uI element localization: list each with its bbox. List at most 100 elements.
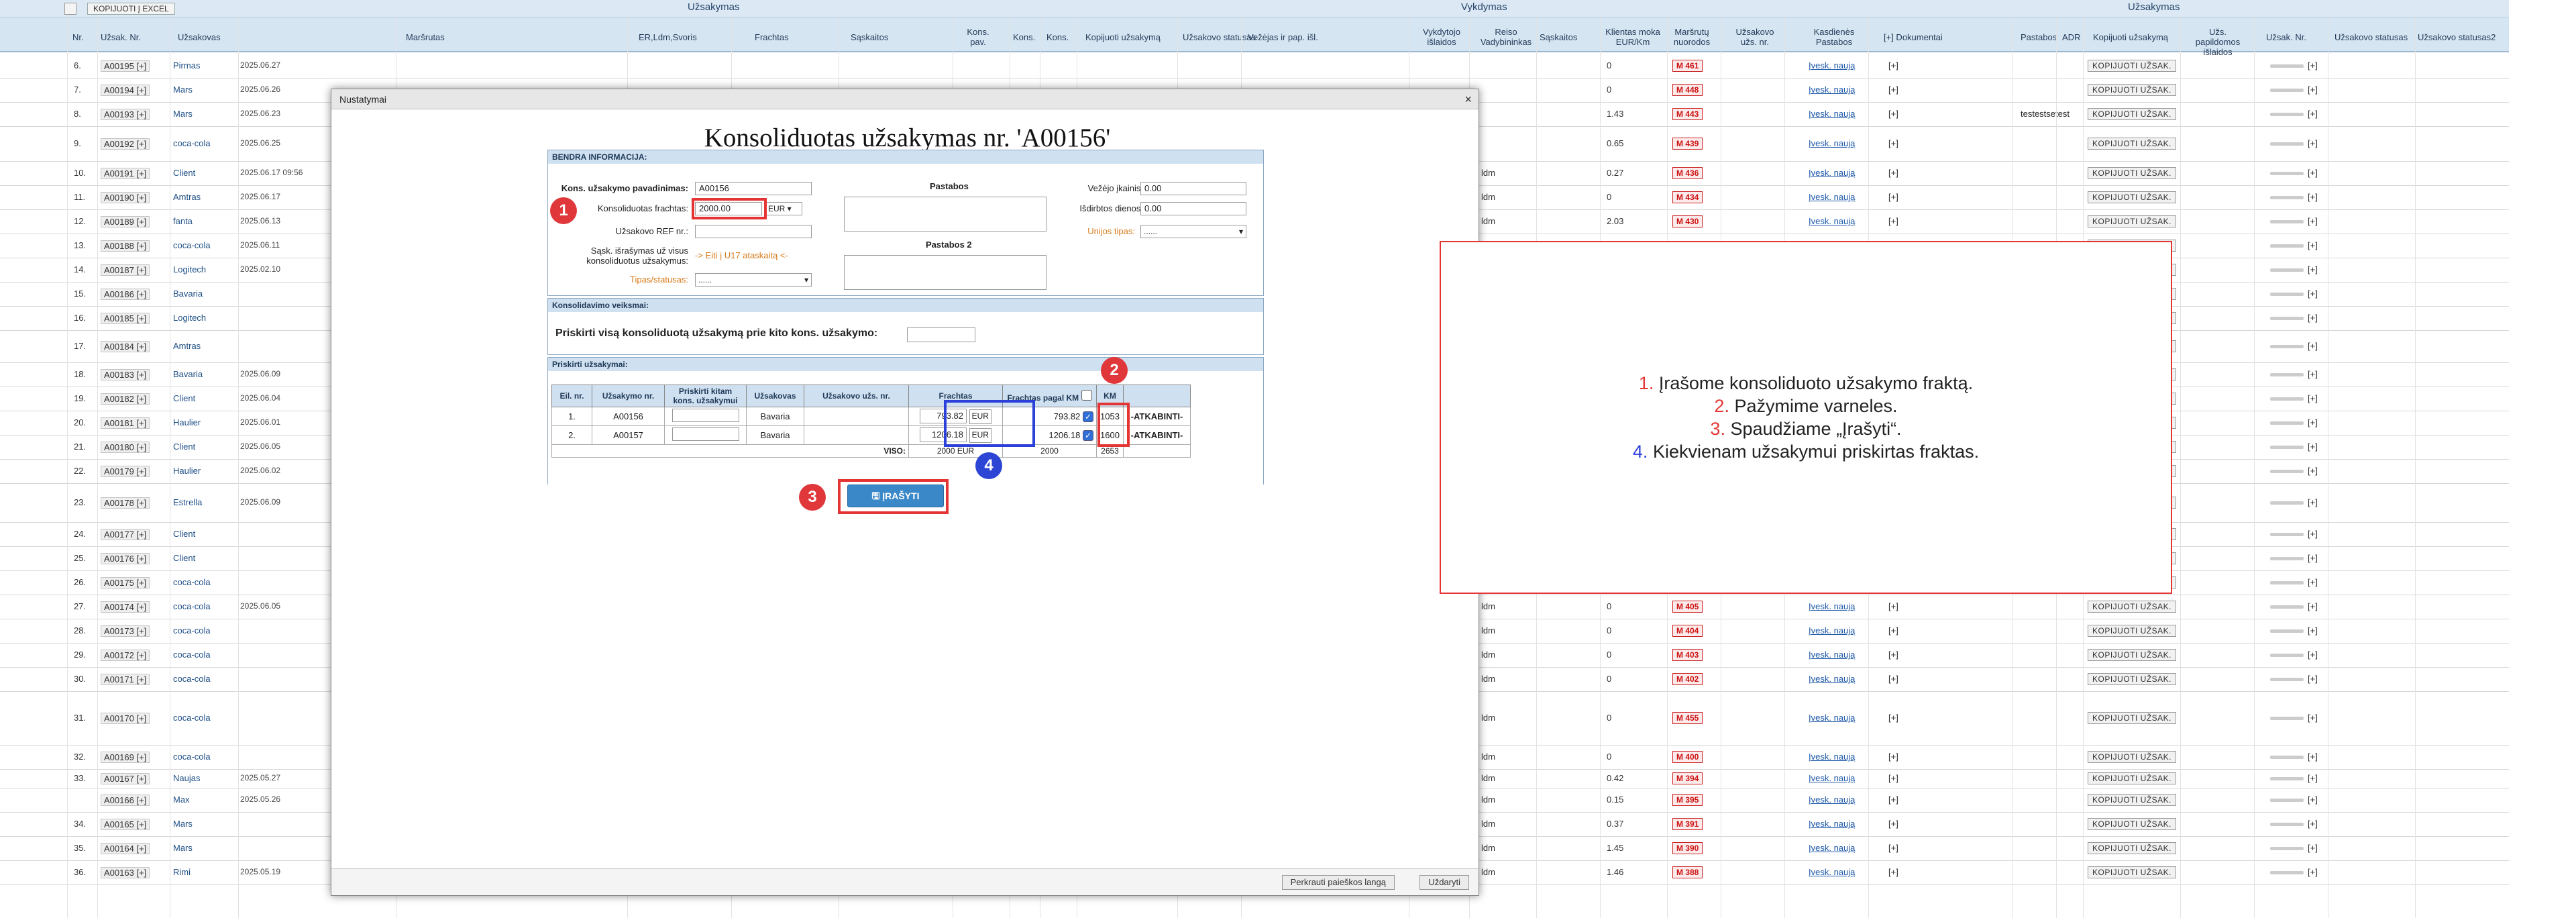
row-daily-note-link[interactable]: Įvesk. naują [1809,819,1855,829]
col-frachtas[interactable]: Frachtas [755,32,789,42]
row-code[interactable]: A00185 [+] [101,313,150,324]
row-route-link[interactable]: M 395 [1672,794,1703,806]
row-code[interactable]: A00163 [+] [101,867,150,878]
row-daily-note-link[interactable]: Įvesk. naują [1809,192,1855,202]
row-client[interactable]: Client [173,529,195,539]
row-docs-plus[interactable]: [+] [1888,60,1898,70]
row-daily-note-link[interactable]: Įvesk. naują [1809,650,1855,660]
row-code[interactable]: A00179 [+] [101,466,150,477]
row-extra-plus[interactable]: [+] [2308,240,2318,250]
col-vezejas[interactable]: Vežėjas ir pap. išl. [1248,32,1318,42]
row-client[interactable]: Haulier [173,417,201,427]
col-nr[interactable]: Nr. [72,32,84,42]
notes-textarea[interactable] [844,197,1046,232]
row-extra-plus[interactable]: [+] [2308,553,2318,563]
reload-search-button[interactable]: Perkrauti paieškos langą [1281,875,1395,890]
row-extra-plus[interactable]: [+] [2308,341,2318,351]
row-docs-plus[interactable]: [+] [1888,109,1898,119]
row-route-link[interactable]: M 430 [1672,215,1703,227]
row-client[interactable]: coca-cola [173,674,211,684]
row-code[interactable]: A00195 [+] [101,60,150,72]
row-client[interactable]: Amtras [173,192,201,202]
row-docs-plus[interactable]: [+] [1888,867,1898,877]
row-code[interactable]: A00181 [+] [101,417,150,429]
ref-input[interactable] [695,225,812,238]
row-client[interactable]: Haulier [173,466,201,476]
row-docs-plus[interactable]: [+] [1888,625,1898,635]
type-select[interactable]: ...... ▾ [695,273,812,287]
row-client[interactable]: Rimi [173,867,191,877]
row-code[interactable]: A00184 [+] [101,341,150,352]
row-extra-plus[interactable]: [+] [2308,795,2318,805]
row-docs-plus[interactable]: [+] [1888,85,1898,95]
row-order-link[interactable]: A00157 [592,425,665,445]
row-docs-plus[interactable]: [+] [1888,843,1898,853]
row-copy-button[interactable]: KOPIJUOTI UŽSAK. [2088,866,2177,878]
row-docs-plus[interactable]: [+] [1888,773,1898,783]
row-docs-plus[interactable]: [+] [1888,752,1898,762]
row-code[interactable]: A00167 [+] [101,773,150,784]
row-client[interactable]: coca-cola [173,577,211,587]
checkbox-all[interactable] [64,3,76,15]
col-uzsak-nr-2[interactable]: Užsak. Nr. [2266,32,2306,42]
row-code[interactable]: A00178 [+] [101,497,150,509]
row-code[interactable]: A00177 [+] [101,529,150,540]
row-client[interactable]: coca-cola [173,650,211,660]
row-route-link[interactable]: M 403 [1672,649,1703,661]
col-vykdytojo[interactable]: Vykdytojo išlaidos [1419,27,1464,47]
row-copy-button[interactable]: KOPIJUOTI UŽSAK. [2088,167,2177,179]
notes2-textarea[interactable] [844,255,1046,290]
row-route-link[interactable]: M 391 [1672,818,1703,830]
row-daily-note-link[interactable]: Įvesk. naują [1809,795,1855,805]
row-route-link[interactable]: M 461 [1672,60,1703,72]
row-extra-plus[interactable]: [+] [2308,60,2318,70]
select-all-checkbox[interactable] [1081,389,1092,401]
row-code[interactable]: A00165 [+] [101,819,150,830]
row-client[interactable]: Bavaria [173,289,203,299]
row-copy-button[interactable]: KOPIJUOTI UŽSAK. [2088,794,2177,806]
row-code[interactable]: A00187 [+] [101,264,150,276]
row-code[interactable]: A00194 [+] [101,85,150,96]
row-extra-plus[interactable]: [+] [2308,867,2318,877]
row-extra-plus[interactable]: [+] [2308,216,2318,226]
row-docs-plus[interactable]: [+] [1888,601,1898,611]
row-copy-button[interactable]: KOPIJUOTI UŽSAK. [2088,772,2177,784]
row-checkbox[interactable]: ✓ [1083,429,1093,441]
row-extra-plus[interactable]: [+] [2308,192,2318,202]
row-code[interactable]: A00175 [+] [101,577,150,589]
col-papildomos[interactable]: Užs. papildomos išlaidos [2186,27,2250,57]
row-client[interactable]: Amtras [173,341,201,351]
row-extra-plus[interactable]: [+] [2308,313,2318,323]
row-code[interactable]: A00188 [+] [101,240,150,252]
row-daily-note-link[interactable]: Įvesk. naują [1809,601,1855,611]
row-copy-button[interactable]: KOPIJUOTI UŽSAK. [2088,842,2177,854]
row-route-link[interactable]: M 388 [1672,866,1703,878]
col-kons-pav[interactable]: Kons. pav. [966,27,990,47]
assign-input[interactable] [907,327,975,342]
row-extra-plus[interactable]: [+] [2308,264,2318,274]
close-dialog-button[interactable]: Uždaryti [1419,875,1469,890]
col-marsrutas[interactable]: Maršrutas [406,32,445,42]
row-daily-note-link[interactable]: Įvesk. naują [1809,843,1855,853]
row-client[interactable]: Mars [173,85,193,95]
row-daily-note-link[interactable]: Įvesk. naują [1809,773,1855,783]
row-copy-button[interactable]: KOPIJUOTI UŽSAK. [2088,215,2177,227]
row-client[interactable]: Client [173,442,195,452]
col-marsrutu[interactable]: Maršrutų nuorodos [1669,27,1715,47]
row-client[interactable]: coca-cola [173,625,211,635]
row-extra-plus[interactable]: [+] [2308,577,2318,587]
row-client[interactable]: coca-cola [173,713,211,723]
row-daily-note-link[interactable]: Įvesk. naują [1809,625,1855,635]
row-code[interactable]: A00172 [+] [101,650,150,661]
row-client[interactable]: Bavaria [746,407,804,426]
row-code[interactable]: A00182 [+] [101,393,150,405]
row-extra-plus[interactable]: [+] [2308,417,2318,427]
row-route-link[interactable]: M 405 [1672,601,1703,613]
row-client[interactable]: Client [173,168,195,178]
col-uzsak-nr[interactable]: Užsak. Nr. [101,32,141,42]
row-daily-note-link[interactable]: Įvesk. naują [1809,867,1855,877]
row-daily-note-link[interactable]: Įvesk. naują [1809,713,1855,723]
row-code[interactable]: A00174 [+] [101,601,150,613]
col-reiso[interactable]: Reiso Vadybininkas [1476,27,1536,47]
row-code[interactable]: A00193 [+] [101,109,150,120]
